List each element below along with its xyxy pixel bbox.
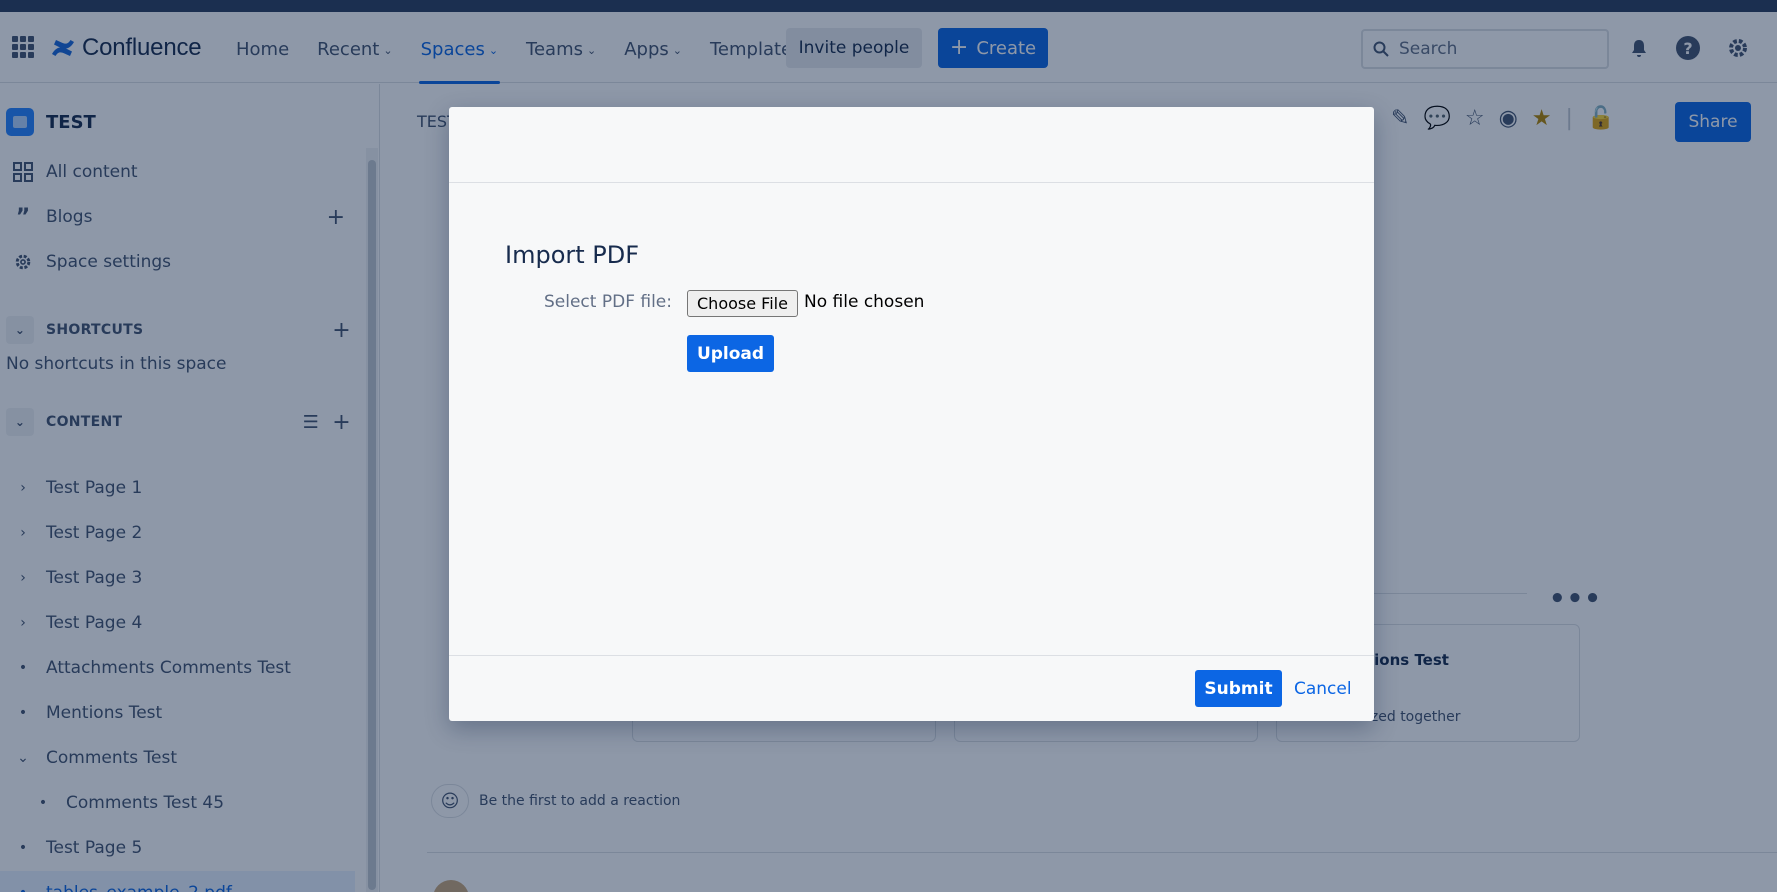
- dialog-title: Import PDF: [505, 241, 640, 269]
- cancel-button[interactable]: Cancel: [1294, 679, 1352, 699]
- submit-button[interactable]: Submit: [1195, 670, 1282, 707]
- dialog-header: [449, 107, 1374, 183]
- pdf-file-label: Select PDF file:: [544, 292, 672, 312]
- choose-file-button[interactable]: Choose File: [687, 290, 798, 317]
- upload-button[interactable]: Upload: [687, 335, 774, 372]
- import-pdf-dialog: Import PDF Select PDF file: Choose File …: [449, 107, 1374, 721]
- file-status-text: No file chosen: [804, 292, 925, 312]
